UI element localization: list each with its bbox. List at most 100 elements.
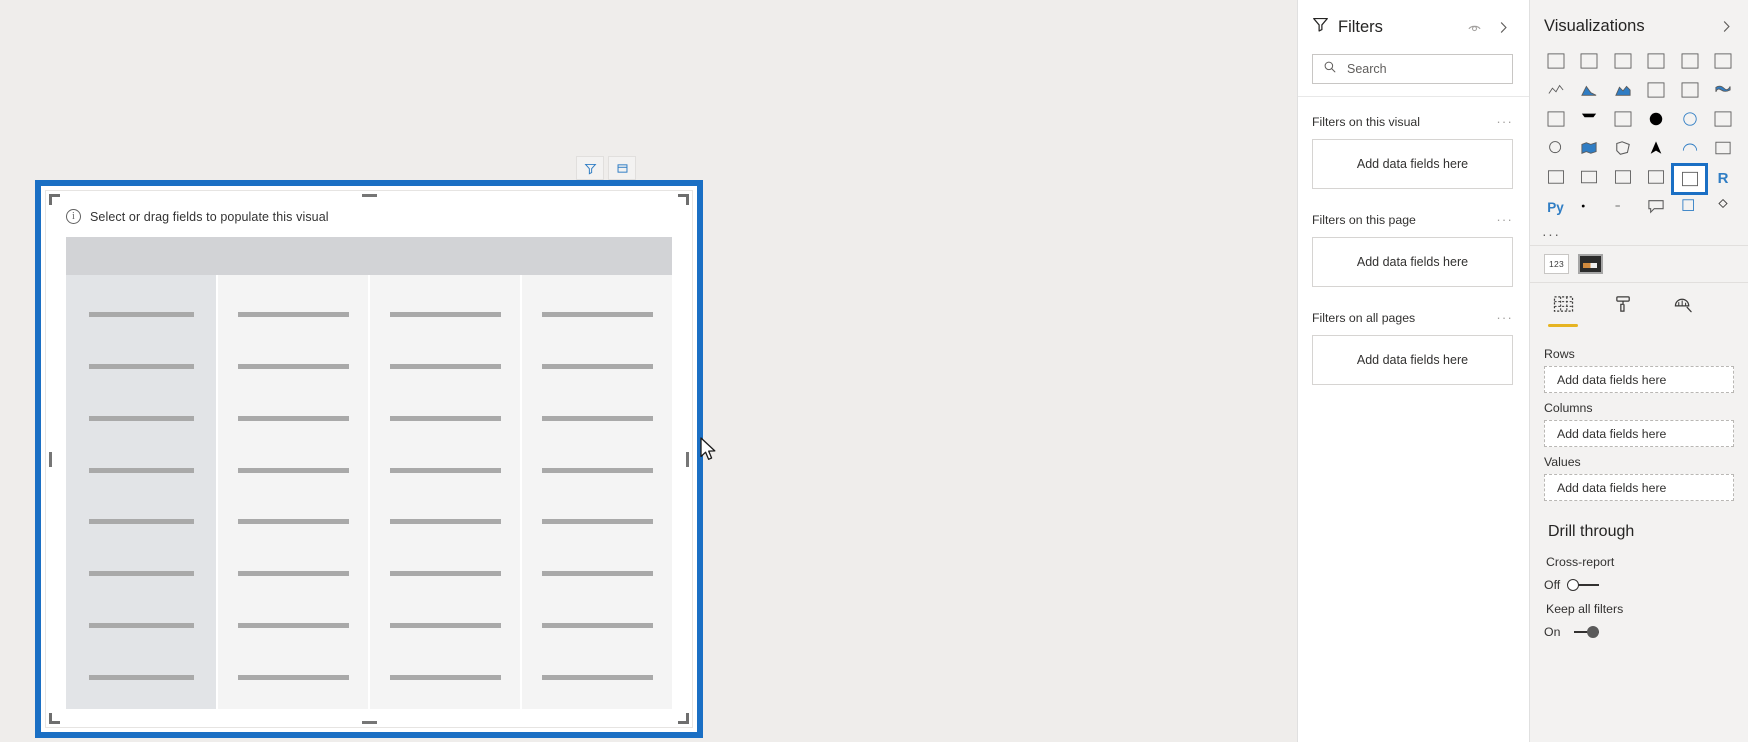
r-script-visual-icon[interactable]: R — [1708, 166, 1739, 192]
python-visual-icon[interactable]: Py — [1540, 195, 1571, 221]
filter-dropzone[interactable]: Add data fields here — [1312, 139, 1513, 189]
visual-placeholder[interactable]: i Select or drag fields to populate this… — [45, 190, 693, 728]
filter-group-label: Filters on this page — [1312, 213, 1416, 227]
filter-group-label: Filters on all pages — [1312, 311, 1416, 325]
paginated-report-icon[interactable] — [1674, 195, 1705, 221]
skeleton-bar — [237, 364, 349, 370]
keep-all-filters-toggle-line[interactable]: On — [1530, 616, 1748, 639]
selected-visual-container[interactable]: i Select or drag fields to populate this… — [35, 180, 703, 738]
line-stacked-column-chart-icon[interactable] — [1641, 79, 1672, 105]
eye-icon[interactable] — [1464, 17, 1484, 37]
well-dropzone-values[interactable]: Add data fields here — [1544, 474, 1734, 501]
stacked-bar-chart-icon-glyph — [1547, 52, 1565, 74]
stacked-area-chart-icon[interactable] — [1607, 79, 1638, 105]
report-canvas[interactable]: i Select or drag fields to populate this… — [0, 0, 1297, 742]
format-tab[interactable] — [1606, 295, 1640, 331]
resize-handle-top-right[interactable] — [678, 194, 689, 205]
pie-chart-icon[interactable] — [1641, 108, 1672, 134]
donut-chart-icon-glyph — [1681, 111, 1699, 132]
filter-icon[interactable] — [576, 156, 604, 180]
card-icon[interactable]: 123 — [1708, 137, 1739, 163]
scatter-chart-icon-glyph — [1614, 110, 1632, 132]
numeric-format-chip[interactable]: 123 — [1544, 254, 1569, 274]
treemap-icon[interactable] — [1708, 108, 1739, 134]
chevron-right-icon[interactable] — [1716, 16, 1736, 36]
resize-handle-bottom[interactable] — [362, 721, 377, 724]
decomposition-tree-icon[interactable] — [1574, 195, 1605, 221]
waterfall-chart-icon[interactable] — [1540, 108, 1571, 134]
clustered-column-chart-icon[interactable] — [1641, 50, 1672, 76]
filled-map-icon[interactable] — [1574, 137, 1605, 163]
resize-handle-top[interactable] — [362, 194, 377, 197]
matrix-skeleton — [66, 237, 672, 709]
slicer-icon[interactable] — [1607, 166, 1638, 192]
ribbon-chart-icon[interactable] — [1708, 79, 1739, 105]
decomposition-tree-icon-glyph — [1580, 198, 1598, 219]
gauge-icon[interactable] — [1674, 137, 1705, 163]
filters-pane-title: Filters — [1338, 17, 1383, 36]
pie-chart-icon-glyph — [1647, 111, 1665, 132]
cross-report-label: Cross-report — [1546, 555, 1615, 569]
filter-dropzone[interactable]: Add data fields here — [1312, 335, 1513, 385]
area-chart-icon[interactable] — [1574, 79, 1605, 105]
scatter-chart-icon[interactable] — [1607, 108, 1638, 134]
clustered-bar-chart-icon[interactable] — [1607, 50, 1638, 76]
keep-all-filters-toggle[interactable] — [1567, 626, 1600, 638]
cross-report-toggle[interactable] — [1567, 579, 1600, 591]
r-script-visual-icon-glyph: R — [1717, 170, 1729, 187]
matrix-icon[interactable] — [1671, 163, 1708, 195]
kpi-icon[interactable] — [1574, 166, 1605, 192]
filter-group-menu-button[interactable]: ··· — [1496, 213, 1513, 226]
active-tab-underline — [1548, 324, 1578, 327]
multi-row-card-icon[interactable] — [1540, 166, 1571, 192]
more-visuals-button[interactable]: ··· — [1530, 227, 1748, 245]
key-influencers-icon[interactable] — [1607, 195, 1638, 221]
well-label-columns: Columns — [1544, 401, 1593, 415]
filter-group-menu-button[interactable]: ··· — [1496, 115, 1513, 128]
chevron-right-icon[interactable] — [1493, 17, 1513, 37]
ribbon-chart-icon-glyph — [1714, 82, 1732, 103]
well-dropzone-columns[interactable]: Add data fields here — [1544, 420, 1734, 447]
stacked-bar-100-chart-icon[interactable] — [1674, 50, 1705, 76]
donut-chart-icon[interactable] — [1674, 108, 1705, 134]
skeleton-bar — [541, 674, 653, 680]
matrix-icon-glyph — [1674, 166, 1705, 192]
area-chart-icon-glyph — [1580, 82, 1598, 103]
visual-type-gallery: 123 R Py — [1530, 50, 1748, 227]
power-apps-icon[interactable] — [1708, 195, 1739, 221]
resize-handle-bottom-left[interactable] — [49, 713, 60, 724]
filters-pane-body: Filters on this visual ··· Add data fiel… — [1298, 97, 1529, 409]
well-dropzone-rows[interactable]: Add data fields here — [1544, 366, 1734, 393]
funnel-chart-icon[interactable] — [1574, 108, 1605, 134]
theme-format-chip[interactable] — [1578, 254, 1603, 274]
skeleton-bar — [541, 364, 653, 370]
analytics-tab[interactable] — [1666, 295, 1700, 331]
python-visual-icon-glyph: Py — [1547, 200, 1564, 215]
table-icon[interactable] — [1641, 166, 1672, 192]
filters-search-box[interactable]: Search — [1312, 54, 1513, 84]
stacked-bar-chart-icon[interactable] — [1540, 50, 1571, 76]
cross-report-toggle-line[interactable]: Off — [1530, 569, 1748, 592]
filters-search-placeholder: Search — [1347, 62, 1387, 76]
stacked-column-chart-icon[interactable] — [1574, 50, 1605, 76]
filter-group-menu-button[interactable]: ··· — [1496, 311, 1513, 324]
power-apps-icon-glyph — [1714, 198, 1732, 219]
resize-handle-bottom-right[interactable] — [678, 713, 689, 724]
filter-dropzone[interactable]: Add data fields here — [1312, 237, 1513, 287]
skeleton-bar — [389, 415, 501, 421]
focus-mode-icon[interactable] — [608, 156, 636, 180]
resize-handle-left[interactable] — [49, 452, 52, 467]
filter-group-all-pages: Filters on all pages ··· Add data fields… — [1312, 311, 1513, 385]
azure-map-icon[interactable] — [1641, 137, 1672, 163]
line-clustered-column-chart-icon[interactable] — [1674, 79, 1705, 105]
map-icon[interactable] — [1540, 137, 1571, 163]
stacked-column-100-chart-icon[interactable] — [1708, 50, 1739, 76]
shape-map-icon[interactable] — [1607, 137, 1638, 163]
filter-group-label: Filters on this visual — [1312, 115, 1420, 129]
line-chart-icon[interactable] — [1540, 79, 1571, 105]
resize-handle-right[interactable] — [686, 452, 689, 467]
fields-tab[interactable] — [1546, 295, 1580, 331]
line-stacked-column-chart-icon-glyph — [1647, 81, 1665, 103]
resize-handle-top-left[interactable] — [49, 194, 60, 205]
smart-narrative-icon[interactable] — [1641, 195, 1672, 221]
